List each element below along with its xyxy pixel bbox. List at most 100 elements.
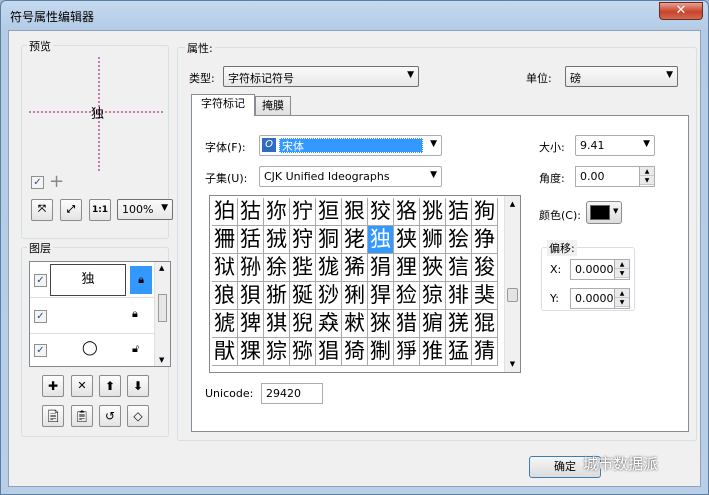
- glyph-cell[interactable]: 狤: [446, 198, 472, 226]
- tag-icon[interactable]: ◇: [127, 405, 149, 427]
- glyph-cell[interactable]: 狹: [420, 254, 446, 282]
- glyph-cell-selected[interactable]: 独: [368, 226, 394, 254]
- actual-size-button[interactable]: 1:1: [89, 199, 111, 221]
- glyph-cell[interactable]: 狷: [368, 254, 394, 282]
- size-select[interactable]: 9.41 ▼: [575, 135, 655, 156]
- unlock-icon[interactable]: 🔓︎: [132, 342, 139, 356]
- glyph-cell[interactable]: 猔: [264, 338, 290, 366]
- glyph-cell[interactable]: 猀: [316, 282, 342, 310]
- glyph-cell[interactable]: 猗: [342, 338, 368, 366]
- scroll-thumb[interactable]: [158, 294, 167, 322]
- x-offset-spinner[interactable]: ▲ ▼: [614, 260, 629, 279]
- glyph-cell[interactable]: 狪: [316, 226, 342, 254]
- glyph-cell[interactable]: 狵: [316, 254, 342, 282]
- glyph-cell[interactable]: 狳: [264, 254, 290, 282]
- glyph-cell[interactable]: 猃: [394, 282, 420, 310]
- glyph-cell[interactable]: 猄: [420, 282, 446, 310]
- glyph-cell[interactable]: 猉: [264, 310, 290, 338]
- glyph-cell[interactable]: 狟: [316, 198, 342, 226]
- subset-select[interactable]: CJK Unified Ideographs ▼: [259, 166, 442, 187]
- glyph-cell[interactable]: 猁: [342, 282, 368, 310]
- glyph-cell[interactable]: 猙: [394, 338, 420, 366]
- glyph-cell[interactable]: 狠: [342, 198, 368, 226]
- glyph-cell[interactable]: 狢: [394, 198, 420, 226]
- unicode-field[interactable]: 29420: [261, 383, 323, 404]
- layer-scrollbar[interactable]: ▲ ▼: [154, 262, 170, 366]
- glyph-cell[interactable]: 猓: [238, 338, 264, 366]
- unit-select[interactable]: 磅 ▼: [565, 66, 678, 87]
- glyph-cell[interactable]: 猆: [472, 282, 498, 310]
- glyph-cell[interactable]: 狝: [264, 198, 290, 226]
- glyph-cell[interactable]: 狮: [420, 226, 446, 254]
- glyph-cell[interactable]: 猖: [316, 338, 342, 366]
- zoom-extent-icon[interactable]: ⤢: [60, 199, 82, 221]
- scroll-up-icon[interactable]: ▲: [159, 264, 164, 272]
- glyph-cell[interactable]: 猚: [420, 338, 446, 366]
- copy-icon[interactable]: 📄︎: [42, 405, 64, 427]
- crosshair-icon[interactable]: +: [49, 171, 64, 192]
- move-down-button[interactable]: ⬇: [127, 375, 149, 397]
- glyph-scrollbar[interactable]: ▲ ▼: [504, 196, 520, 372]
- tab-mask[interactable]: 掩膜: [255, 96, 291, 116]
- glyph-cell[interactable]: 狸: [394, 254, 420, 282]
- glyph-cell[interactable]: 猘: [368, 338, 394, 366]
- glyph-cell[interactable]: 猑: [472, 310, 498, 338]
- paste-icon[interactable]: 📋︎: [71, 405, 93, 427]
- font-select[interactable]: O 宋体 ▼: [259, 135, 442, 156]
- glyph-cell[interactable]: 狾: [264, 282, 290, 310]
- glyph-cell[interactable]: 狩: [290, 226, 316, 254]
- glyph-cell[interactable]: 狣: [420, 198, 446, 226]
- glyph-cell[interactable]: 狞: [290, 198, 316, 226]
- glyph-cell[interactable]: 猜: [472, 338, 498, 366]
- glyph-cell[interactable]: 狶: [342, 254, 368, 282]
- scroll-down-icon[interactable]: ▼: [159, 356, 164, 364]
- glyph-cell[interactable]: 狦: [212, 226, 238, 254]
- type-select[interactable]: 字符标记符号 ▼: [223, 66, 419, 87]
- glyph-cell[interactable]: 猋: [316, 310, 342, 338]
- glyph-cell[interactable]: 狭: [394, 226, 420, 254]
- zoom-fit-icon[interactable]: ⤧: [31, 199, 53, 221]
- lock-icon[interactable]: 🔒︎: [130, 266, 152, 294]
- angle-spinner[interactable]: ▲ ▼: [639, 167, 654, 186]
- glyph-cell[interactable]: 狥: [472, 198, 498, 226]
- glyph-cell[interactable]: 猐: [446, 310, 472, 338]
- glyph-cell[interactable]: 狿: [290, 282, 316, 310]
- layer-row[interactable]: ✓ 🔒︎: [30, 298, 154, 334]
- scroll-up-icon[interactable]: ▲: [505, 196, 520, 212]
- lock-icon[interactable]: 🔒︎: [132, 307, 138, 321]
- glyph-cell[interactable]: 狯: [446, 226, 472, 254]
- glyph-cell[interactable]: 猛: [446, 338, 472, 366]
- glyph-cell[interactable]: 狽: [238, 282, 264, 310]
- glyph-cell[interactable]: 狜: [238, 198, 264, 226]
- glyph-cell[interactable]: 狴: [290, 254, 316, 282]
- move-up-button[interactable]: ⬆: [99, 375, 121, 397]
- layer-row[interactable]: ✓ 独 🔒︎: [30, 262, 154, 298]
- x-offset-field[interactable]: 0.0000 ▲ ▼: [570, 259, 630, 280]
- glyph-cell[interactable]: 猈: [238, 310, 264, 338]
- delete-layer-button[interactable]: ✕: [71, 375, 93, 397]
- add-layer-button[interactable]: ✚: [42, 375, 64, 397]
- glyph-cell[interactable]: 狲: [238, 254, 264, 282]
- glyph-cell[interactable]: 狡: [368, 198, 394, 226]
- glyph-cell[interactable]: 猍: [368, 310, 394, 338]
- glyph-cell[interactable]: 猊: [290, 310, 316, 338]
- glyph-cell[interactable]: 猎: [394, 310, 420, 338]
- preview-grid-checkbox[interactable]: ✓: [31, 176, 44, 189]
- layer-row[interactable]: ✓ ◯ 🔓︎: [30, 334, 154, 367]
- layer-visible-checkbox[interactable]: ✓: [34, 274, 47, 287]
- glyph-cell[interactable]: 狨: [264, 226, 290, 254]
- close-button[interactable]: ✕: [659, 2, 703, 20]
- glyph-cell[interactable]: 狰: [472, 226, 498, 254]
- glyph-cell[interactable]: 猂: [368, 282, 394, 310]
- glyph-cell[interactable]: 猒: [212, 338, 238, 366]
- reset-icon[interactable]: ↺: [99, 405, 121, 427]
- glyph-cell[interactable]: 狻: [472, 254, 498, 282]
- glyph-cell[interactable]: 狛: [212, 198, 238, 226]
- glyph-cell[interactable]: 猏: [420, 310, 446, 338]
- glyph-cell[interactable]: 狱: [212, 254, 238, 282]
- scroll-thumb[interactable]: [507, 288, 518, 302]
- glyph-cell[interactable]: 猕: [290, 338, 316, 366]
- layer-visible-checkbox[interactable]: ✓: [34, 344, 47, 357]
- zoom-select[interactable]: 100% ▼: [117, 199, 173, 220]
- glyph-cell[interactable]: 狧: [238, 226, 264, 254]
